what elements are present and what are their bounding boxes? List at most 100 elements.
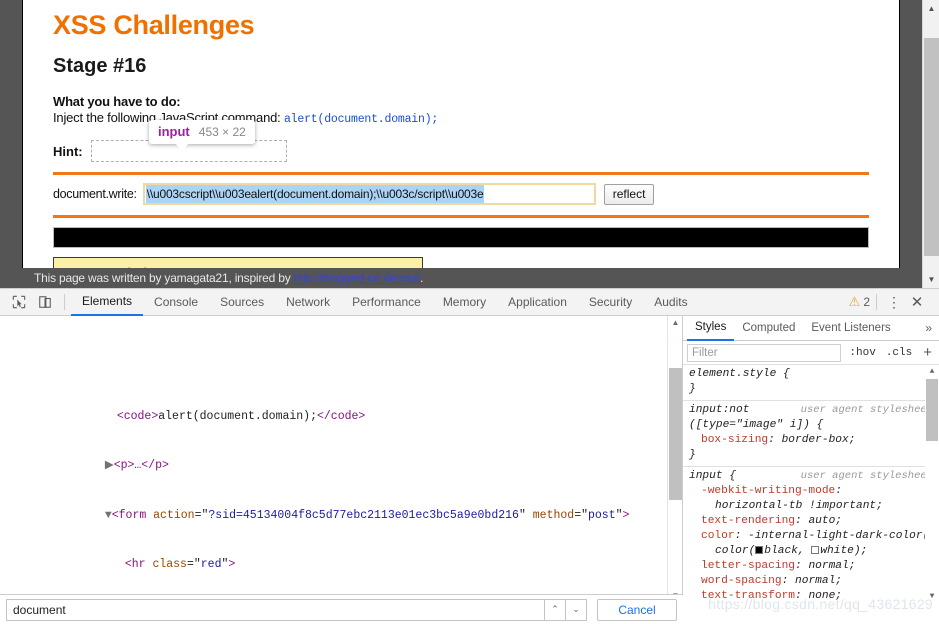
black-output-bar <box>53 227 869 248</box>
dom-scroll-up-icon[interactable]: ▲ <box>668 316 682 330</box>
footer-text: This page was written by yamagata21, ins… <box>34 271 291 285</box>
tab-console[interactable]: Console <box>143 289 209 316</box>
color-swatch-black-icon[interactable] <box>755 546 764 554</box>
declaration-property: letter-spacing <box>701 560 795 572</box>
rule-origin: user agent stylesheet <box>800 470 933 482</box>
styles-scroll-up-icon[interactable]: ▲ <box>925 365 939 378</box>
scroll-down-icon[interactable]: ▼ <box>923 271 939 288</box>
dom-row[interactable]: <code>alert(document.domain);</code> <box>0 392 682 423</box>
dom-p-collapsed: <p>…</p> <box>113 459 169 472</box>
docwrite-row: document.write: \\u003cscript\\u003ealer… <box>53 183 885 205</box>
page-scrollbar[interactable]: ▲ ▼ <box>922 0 939 288</box>
rule-declaration[interactable]: word-spacing: normal; <box>689 574 933 589</box>
tab-performance[interactable]: Performance <box>341 289 432 316</box>
rule-declaration[interactable]: text-transform: none; <box>689 589 933 603</box>
todo-heading: What you have to do: <box>53 94 181 109</box>
rule-declaration[interactable]: letter-spacing: normal; <box>689 559 933 574</box>
rule-declaration[interactable]: box-sizing: border-box; <box>689 433 933 448</box>
find-next-icon[interactable]: ⌄ <box>566 598 587 621</box>
declaration-value: normal; <box>808 560 856 572</box>
cancel-button[interactable]: Cancel <box>597 598 677 621</box>
declaration-value: horizontal-tb !important; <box>715 500 883 512</box>
dom-form-attr-action: action <box>153 508 195 522</box>
tab-elements[interactable]: Elements <box>71 289 144 316</box>
inspect-tooltip-tag: input <box>158 124 190 139</box>
rule-declaration[interactable]: -webkit-writing-mode: <box>689 484 933 499</box>
inject-code: alert(document.domain); <box>283 113 439 126</box>
divider-top <box>53 172 869 175</box>
tab-styles[interactable]: Styles <box>687 316 735 341</box>
search-input[interactable]: document <box>6 598 545 621</box>
tab-network[interactable]: Network <box>275 289 341 316</box>
styles-scrollbar[interactable]: ▲ ▼ <box>925 365 939 603</box>
reflect-button[interactable]: reflect <box>603 183 655 205</box>
rule-declaration[interactable]: color: -internal-light-dark-color( <box>689 529 933 544</box>
close-devtools-icon[interactable]: ✕ <box>905 293 929 311</box>
tab-audits[interactable]: Audits <box>643 289 698 316</box>
warning-badge[interactable]: ⚠ 2 <box>849 294 870 310</box>
declaration-value: border-box; <box>781 434 856 446</box>
page-content: XSS Challenges Stage #16 What you have t… <box>22 0 900 288</box>
devtools-main: Inject the following JavaScript command:… <box>0 316 939 603</box>
styles-tab-list: Styles Computed Event Listeners » <box>683 316 939 341</box>
new-style-rule-icon[interactable]: + <box>920 345 935 360</box>
inspect-element-icon[interactable] <box>6 291 32 314</box>
tab-computed[interactable]: Computed <box>734 316 803 341</box>
more-options-icon[interactable]: ⋮ <box>883 295 905 309</box>
color-swatch-white-label: white); <box>820 545 868 557</box>
p1-input-value: \\u003cscript\\u003ealert(document.domai… <box>145 185 485 203</box>
dom-tag-close: </code> <box>316 409 366 423</box>
style-rule-input[interactable]: user agent stylesheet input { -webkit-wr… <box>683 467 939 603</box>
rule-selector-line2: ([type="image" i]) { <box>689 419 824 431</box>
style-rule-input-not[interactable]: user agent stylesheet input:not ([type="… <box>683 401 939 467</box>
dom-form-val-method: post <box>588 508 616 522</box>
rule-declaration[interactable]: text-rendering: auto; <box>689 514 933 529</box>
docwrite-label: document.write: <box>53 187 137 201</box>
dom-tree-scrollbar[interactable]: ▲ ▼ <box>667 316 682 603</box>
scroll-up-icon[interactable]: ▲ <box>923 0 939 17</box>
declaration-value: auto; <box>808 515 843 527</box>
tab-application[interactable]: Application <box>497 289 578 316</box>
find-bar: document ⌃ ⌄ Cancel <box>0 594 683 624</box>
footer-link[interactable]: http://blogged-on.de/xss/ <box>294 271 421 285</box>
dom-row[interactable]: ▶<p>…</p> <box>0 442 682 472</box>
dom-row[interactable]: <hr class="red"> <box>0 541 682 571</box>
divider-bottom <box>53 215 869 218</box>
styles-filter-input[interactable]: Filter <box>687 343 842 362</box>
tab-security[interactable]: Security <box>578 289 643 316</box>
tab-event-listeners[interactable]: Event Listeners <box>803 316 898 341</box>
declaration-property: -webkit-writing-mode <box>701 485 836 497</box>
styles-more-tabs-icon[interactable]: » <box>918 321 939 335</box>
dom-form-val-action: ?sid=45134004f8c5d77ebc2113e01ec3bc5a9e0… <box>208 508 519 522</box>
scrollbar-thumb[interactable] <box>924 38 939 256</box>
styles-scrollbar-thumb[interactable] <box>926 379 938 441</box>
cls-toggle[interactable]: .cls <box>884 347 914 359</box>
dom-tree-pane: Inject the following JavaScript command:… <box>0 316 683 603</box>
declaration-value: normal; <box>795 575 843 587</box>
rule-declaration-value-wrap: horizontal-tb !important; <box>689 499 933 514</box>
tab-memory[interactable]: Memory <box>432 289 497 316</box>
style-rule-element-style[interactable]: element.style { } <box>683 365 939 401</box>
declaration-property: color <box>701 530 735 542</box>
dom-row[interactable]: ▼<form action="?sid=45134004f8c5d77ebc21… <box>0 491 682 522</box>
tab-sources[interactable]: Sources <box>209 289 275 316</box>
styles-scroll-down-icon[interactable]: ▼ <box>925 590 939 603</box>
styles-rules-body: element.style { } user agent stylesheet … <box>683 365 939 603</box>
hov-toggle[interactable]: :hov <box>847 347 877 359</box>
rule-origin: user agent stylesheet <box>800 404 933 416</box>
declaration-property: word-spacing <box>701 575 782 587</box>
page-footer: This page was written by yamagata21, ins… <box>0 268 939 288</box>
inspect-tooltip-dimensions: 453 × 22 <box>198 125 246 139</box>
find-previous-icon[interactable]: ⌃ <box>545 598 566 621</box>
device-toolbar-icon[interactable] <box>32 291 58 314</box>
toolbar-right-group: ⚠ 2 ⋮ ✕ <box>849 293 933 311</box>
color-swatch-white-icon[interactable] <box>811 546 820 554</box>
color-swatch-black-label: black, <box>764 545 805 557</box>
styles-filter-bar: Filter :hov .cls + <box>683 341 939 365</box>
page-viewport: XSS Challenges Stage #16 What you have t… <box>0 0 939 288</box>
dom-scrollbar-thumb[interactable] <box>669 368 682 500</box>
dom-row[interactable]: Inject the following JavaScript command:… <box>0 351 682 359</box>
p1-text-input[interactable]: \\u003cscript\\u003ealert(document.domai… <box>142 183 596 205</box>
dom-tag-open: <code> <box>116 409 159 423</box>
dom-form-tag: form <box>118 508 147 522</box>
